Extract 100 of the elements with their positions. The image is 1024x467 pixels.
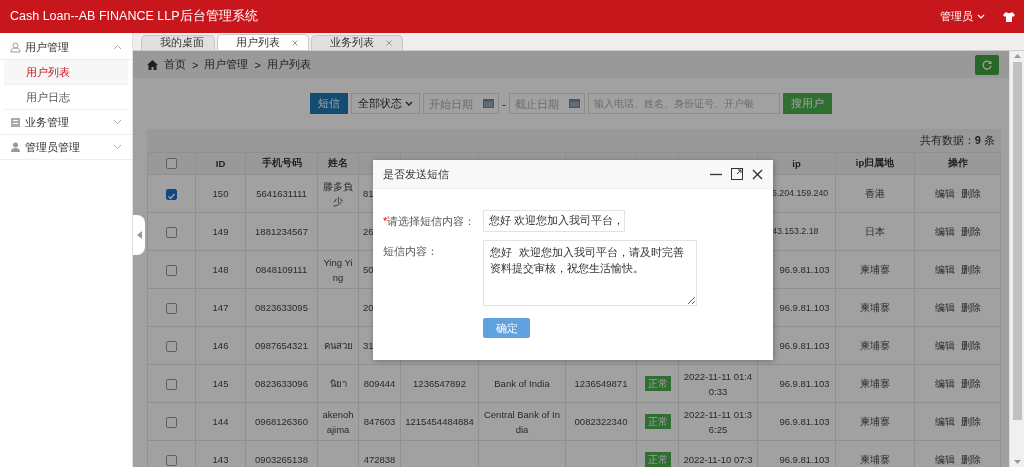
table-cell: 0848109111: [245, 250, 318, 289]
table-cell: 0823633096: [245, 364, 318, 403]
column-header: 操作: [914, 152, 1001, 175]
table-cell: 144: [195, 402, 246, 441]
checkbox[interactable]: [166, 158, 177, 170]
status-badge: 正常: [644, 414, 671, 429]
checkbox[interactable]: [166, 379, 177, 390]
checkbox[interactable]: [166, 189, 177, 200]
column-header: ID: [195, 152, 246, 175]
table-cell: 847603: [358, 402, 401, 441]
user-menu[interactable]: 管理员: [940, 9, 973, 24]
table-cell: 0987654321: [245, 326, 318, 365]
shirt-icon[interactable]: [1003, 11, 1015, 22]
home-icon: [147, 59, 158, 70]
table-cell: 2022-11-11 01:36:25: [678, 402, 758, 441]
table-cell: 146: [195, 326, 246, 365]
table-cell: 柬埔寨: [835, 250, 915, 289]
status-badge: 正常: [644, 452, 671, 467]
table-cell: 148: [195, 250, 246, 289]
table-cell: 0823633095: [245, 288, 318, 327]
close-icon[interactable]: [752, 168, 763, 180]
table-cell: 0082322340: [565, 402, 637, 441]
table-cell: นิยา: [317, 364, 359, 403]
table-cell: 5641631111: [245, 174, 318, 213]
collapse-handle[interactable]: [133, 215, 145, 255]
action-link[interactable]: 删除: [960, 414, 981, 429]
maximize-icon[interactable]: [731, 168, 743, 180]
table-cell: 柬埔寨: [835, 402, 915, 441]
tab[interactable]: 业务列表: [311, 35, 403, 50]
message-textarea[interactable]: 您好 欢迎您加入我司平台，请及时完善资料提交审核，祝您生活愉快。: [483, 240, 697, 306]
table-cell: 0968126360: [245, 402, 318, 441]
table-cell: 96.9.81.103: [757, 364, 836, 403]
action-link[interactable]: 编辑: [934, 414, 955, 429]
table-cell: akenohajima: [317, 402, 359, 441]
left-arrow-icon: [136, 231, 142, 239]
action-link[interactable]: 编辑: [934, 186, 955, 201]
checkbox[interactable]: [166, 227, 177, 238]
user-icon: [10, 41, 21, 53]
action-link[interactable]: 删除: [960, 186, 981, 201]
table-cell: 1236549871: [565, 364, 637, 403]
menu-group[interactable]: 业务管理: [0, 110, 132, 135]
action-link[interactable]: 删除: [960, 300, 981, 315]
action-link[interactable]: 编辑: [934, 224, 955, 239]
breadcrumb-item[interactable]: 用户管理: [204, 57, 249, 72]
calendar-icon: [568, 98, 580, 108]
message-select[interactable]: 您好 欢迎您加入我司平台，: [483, 210, 625, 232]
action-link[interactable]: 编辑: [934, 300, 955, 315]
menu-group[interactable]: 管理员管理: [0, 135, 132, 160]
breadcrumb-separator: >: [192, 58, 199, 71]
status-select[interactable]: 全部状态: [351, 93, 421, 114]
action-link[interactable]: 删除: [960, 452, 981, 467]
menu-item[interactable]: 用户列表: [4, 60, 128, 85]
checkbox[interactable]: [166, 341, 177, 352]
checkbox[interactable]: [166, 417, 177, 428]
book-icon: [10, 116, 21, 128]
down-arrow-icon[interactable]: [1014, 460, 1021, 464]
sms-button[interactable]: 短信: [310, 93, 349, 114]
breadcrumb-item[interactable]: 用户列表: [266, 57, 311, 72]
table-cell: 809444: [358, 364, 401, 403]
action-link[interactable]: 删除: [960, 376, 981, 391]
table-cell: 滕多負少: [317, 174, 359, 213]
breadcrumb-item[interactable]: 首页: [164, 57, 186, 72]
tab[interactable]: 用户列表: [217, 34, 309, 50]
table-cell: 1881234567: [245, 212, 318, 251]
action-link[interactable]: 编辑: [934, 262, 955, 277]
column-header: ip归属地: [835, 152, 915, 175]
table-cell: Ying Ying: [317, 250, 359, 289]
action-link[interactable]: 编辑: [934, 452, 955, 467]
chevron-down-icon: [405, 101, 414, 106]
table-cell: 145: [195, 364, 246, 403]
menu-item[interactable]: 用户日志: [4, 85, 128, 110]
table-cell: 1236547892: [400, 364, 479, 403]
tab[interactable]: 我的桌面: [141, 35, 215, 50]
table-cell: 日本: [835, 212, 915, 251]
app-title: Cash Loan--AB FINANCE LLP后台管理系统: [10, 8, 259, 25]
table-cell: 149: [195, 212, 246, 251]
action-link[interactable]: 删除: [960, 262, 981, 277]
calendar-icon: [483, 98, 495, 108]
checkbox[interactable]: [166, 265, 177, 276]
refresh-icon: [982, 59, 992, 70]
action-link[interactable]: 删除: [960, 338, 981, 353]
table-cell: คนสวย: [317, 326, 359, 365]
up-arrow-icon[interactable]: [1014, 54, 1021, 58]
table-cell: 147: [195, 288, 246, 327]
action-link[interactable]: 删除: [960, 224, 981, 239]
checkbox[interactable]: [166, 303, 177, 314]
checkbox[interactable]: [166, 455, 177, 466]
chevron-up-icon[interactable]: [113, 44, 122, 50]
refresh-button[interactable]: [975, 54, 999, 75]
action-link[interactable]: 编辑: [934, 376, 955, 391]
table-cell: 柬埔寨: [835, 288, 915, 327]
table-cell: 香港: [835, 174, 915, 213]
column-header: 手机号码: [245, 152, 318, 175]
table-cell: Central Bank of India: [478, 402, 566, 441]
table-cell: 柬埔寨: [835, 364, 915, 403]
action-link[interactable]: 编辑: [934, 338, 955, 353]
table-cell: 柬埔寨: [835, 326, 915, 365]
table-cell: 1215454484884: [400, 402, 479, 441]
scrollbar[interactable]: [1009, 51, 1024, 467]
column-header: 姓名: [317, 152, 359, 175]
